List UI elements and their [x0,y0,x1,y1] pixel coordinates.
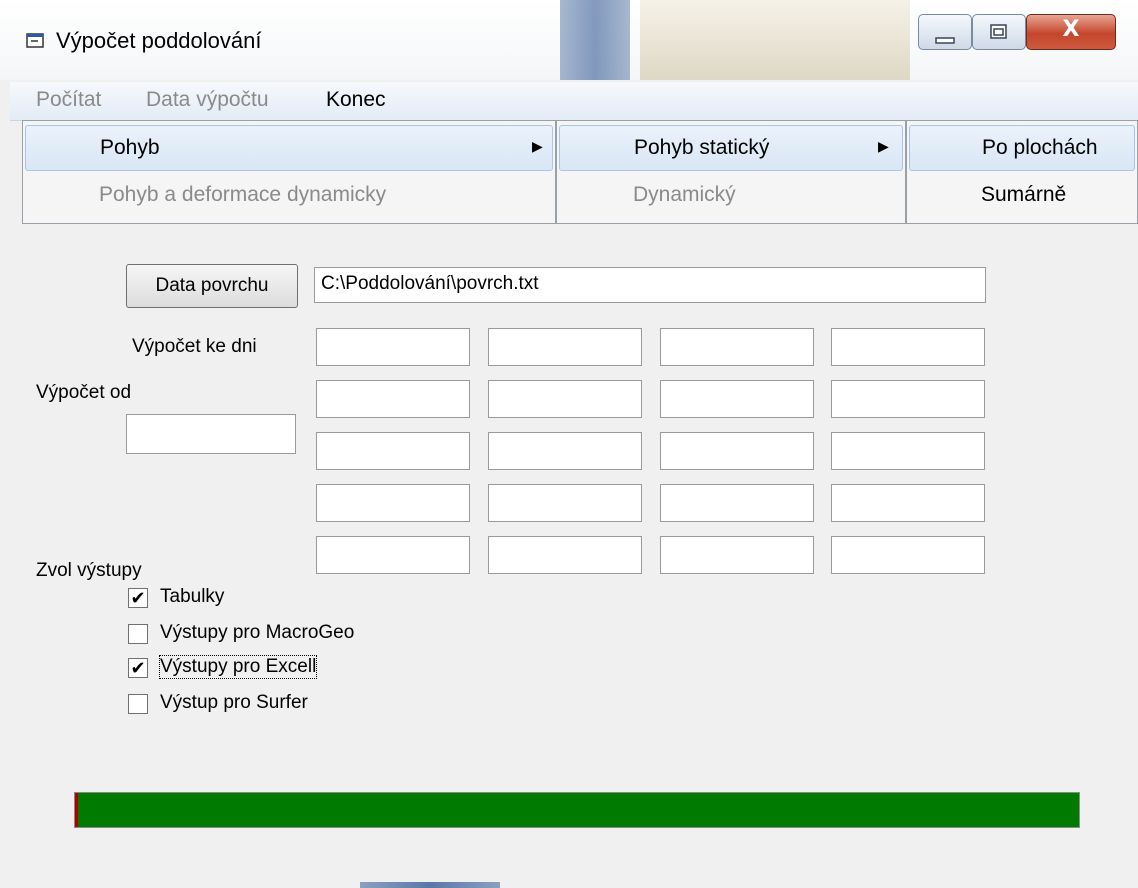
macrogeo-checkbox[interactable] [128,624,148,644]
progress-bar-fill [75,793,1079,827]
date-field-r2-c3[interactable] [660,380,814,418]
close-icon: X [1062,17,1080,42]
date-field-r4-c1[interactable] [316,484,470,522]
minimize-icon [919,32,971,50]
date-field-r2-c4[interactable] [831,380,985,418]
date-field-r5-c1[interactable] [316,536,470,574]
date-field-r3-c1[interactable] [316,432,470,470]
menu-item-pohyb-a-deformace[interactable]: Pohyb a deformace dynamicky [25,173,553,219]
surfer-checkbox-label: Výstup pro Surfer [160,692,308,713]
date-field-r3-c4[interactable] [831,432,985,470]
menu-item-label: Dynamický [633,183,736,206]
submenu-arrow-icon: ▶ [532,138,543,154]
excell-checkbox-label: Výstupy pro Excell [158,655,318,679]
date-field-r1-c4[interactable] [831,328,985,366]
date-field-r1-c2[interactable] [488,328,642,366]
menu-konec[interactable]: Konec [326,88,386,112]
close-button[interactable]: X [1026,14,1116,50]
data-povrchu-path-field[interactable]: C:\Poddolování\povrch.txt [314,267,986,303]
date-field-r2-c1[interactable] [316,380,470,418]
menu-item-pohyb-staticky[interactable]: Pohyb statický ▶ [559,125,903,171]
date-field-r3-c3[interactable] [660,432,814,470]
zvol-vystupy-label: Zvol výstupy [36,560,142,581]
date-field-r5-c3[interactable] [660,536,814,574]
menu-data-vypoctu[interactable]: Data výpočtu [146,88,269,112]
submenu-arrow-icon: ▶ [878,138,889,154]
check-mark-icon: ✔ [130,588,146,608]
tabulky-checkbox-label: Tabulky [160,586,225,607]
check-mark-icon: ✔ [130,658,146,678]
background-window-strip [640,0,910,80]
menu-item-label: Pohyb a deformace dynamicky [99,183,387,206]
menu-bar: Počítat Data výpočtu Konec [10,82,1138,121]
date-field-r4-c4[interactable] [831,484,985,522]
surfer-checkbox[interactable] [128,694,148,714]
minimize-button[interactable] [918,14,972,50]
date-field-r2-c2[interactable] [488,380,642,418]
window-title: Výpočet poddolování [56,28,262,53]
date-field-r1-c3[interactable] [660,328,814,366]
data-povrchu-button[interactable]: Data povrchu [126,264,298,308]
macrogeo-checkbox-label: Výstupy pro MacroGeo [160,622,355,643]
date-field-r4-c2[interactable] [488,484,642,522]
date-field-r1-c1[interactable] [316,328,470,366]
menu-item-label: Pohyb [100,136,160,159]
app-window: Výpočet poddolování X Počítat Data výpoč… [0,0,1138,888]
date-field-r3-c2[interactable] [488,432,642,470]
maximize-button[interactable] [972,14,1026,50]
menu-item-pohyb[interactable]: Pohyb ▶ [25,125,553,171]
menu-item-label: Po plochách [982,136,1098,159]
date-field-r5-c2[interactable] [488,536,642,574]
background-taskbar-strip [360,882,500,888]
vypocet-ke-dni-label: Výpočet ke dni [132,336,257,357]
date-field-r5-c4[interactable] [831,536,985,574]
progress-bar [74,792,1080,828]
excell-checkbox[interactable]: ✔ [128,658,148,678]
menu-item-po-plochach[interactable]: Po plochách [909,125,1135,171]
vypocet-od-label: Výpočet od [36,382,132,403]
title-bar[interactable]: Výpočet poddolování X [0,0,1138,80]
background-taskbar-strip [560,0,630,80]
menu-item-label: Sumárně [981,183,1067,206]
data-povrchu-button-label: Data povrchu [155,275,269,296]
tabulky-checkbox[interactable]: ✔ [128,588,148,608]
menu-item-label: Pohyb statický [634,136,770,159]
submenu-level2: Pohyb statický ▶ Dynamický [556,120,906,224]
menu-item-sumarne[interactable]: Sumárně [909,173,1135,219]
maximize-icon [973,23,1025,46]
submenu-level3: Po plochách Sumárně [906,120,1138,224]
submenu-level1: Pohyb ▶ Pohyb a deformace dynamicky [22,120,556,224]
vypocet-od-field[interactable] [126,414,296,454]
date-field-r4-c3[interactable] [660,484,814,522]
menu-item-dynamicky[interactable]: Dynamický [559,173,903,219]
menu-pocitat[interactable]: Počítat [36,88,101,112]
app-window-icon [26,33,44,48]
